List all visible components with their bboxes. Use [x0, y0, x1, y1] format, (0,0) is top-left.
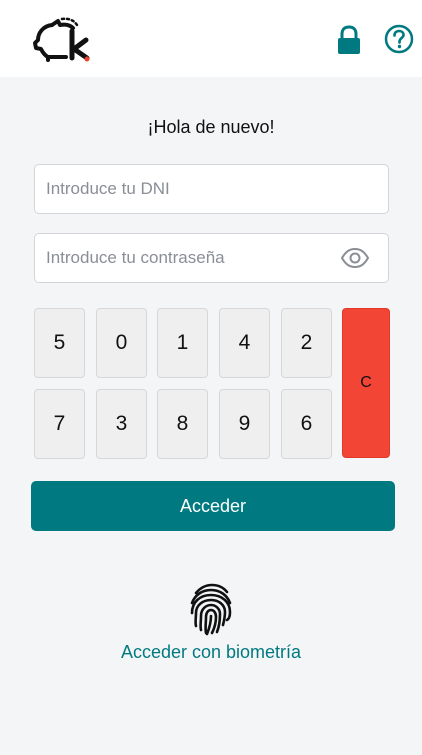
dni-field[interactable]	[34, 164, 389, 214]
keypad-key[interactable]: 3	[96, 389, 147, 459]
keypad-clear-button[interactable]: C	[342, 308, 390, 458]
keypad-key[interactable]: 1	[157, 308, 208, 378]
keypad-key[interactable]: 5	[34, 308, 85, 378]
keypad-key[interactable]: 0	[96, 308, 147, 378]
password-field[interactable]	[34, 233, 389, 283]
app-header	[0, 0, 422, 77]
keypad-key[interactable]: 6	[281, 389, 332, 459]
padlock-icon[interactable]	[336, 25, 362, 55]
keypad-key[interactable]: 8	[157, 389, 208, 459]
login-submit-button[interactable]: Acceder	[31, 481, 395, 531]
keypad-key[interactable]: 9	[219, 389, 270, 459]
keypad-key[interactable]: 4	[219, 308, 270, 378]
dni-input[interactable]	[46, 165, 326, 213]
question-circle-icon[interactable]	[384, 24, 414, 54]
piggy-bank-logo-icon	[33, 17, 90, 62]
eye-icon[interactable]	[340, 246, 370, 270]
biometric-login-label: Acceder con biometría	[120, 642, 302, 662]
fingerprint-icon	[190, 583, 232, 636]
biometric-login-link[interactable]: Acceder con biometría	[0, 582, 422, 663]
keypad-key[interactable]: 7	[34, 389, 85, 459]
password-input[interactable]	[46, 234, 326, 282]
greeting-title: ¡Hola de nuevo!	[147, 117, 275, 137]
keypad-key[interactable]: 2	[281, 308, 332, 378]
